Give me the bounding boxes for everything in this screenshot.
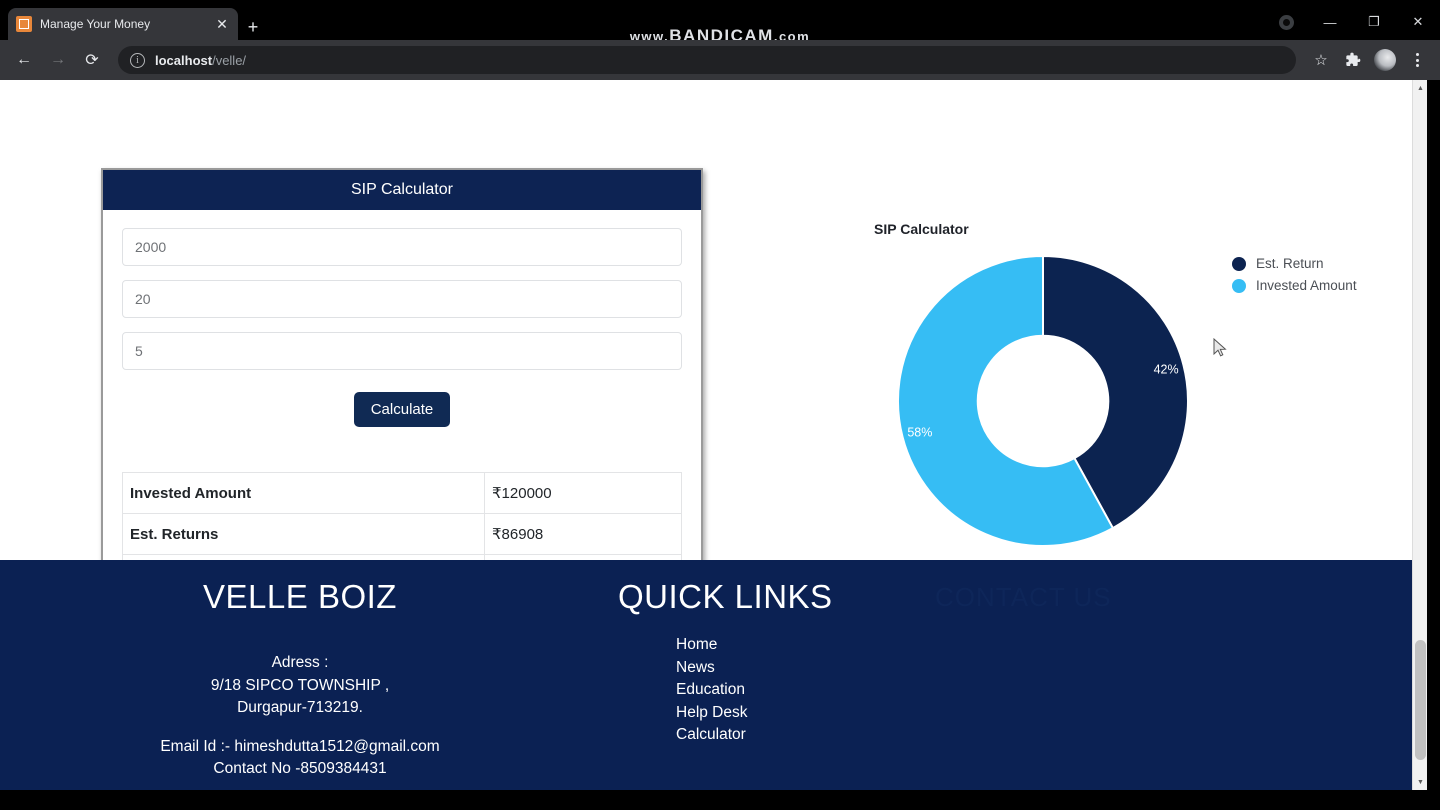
- profile-avatar[interactable]: [1370, 45, 1400, 75]
- footer-third-column: CONTACT US: [935, 582, 1175, 613]
- forward-icon[interactable]: →: [42, 44, 74, 76]
- window-close-button[interactable]: ✕: [1396, 8, 1440, 36]
- browser-tab[interactable]: Manage Your Money ✕: [8, 8, 238, 40]
- quick-link-education[interactable]: Education: [676, 679, 918, 702]
- browser-window: Manage Your Money ✕ + www.BANDICAM.com —…: [0, 0, 1440, 810]
- footer-about-column: VELLE BOIZ Adress : 9/18 SIPCO TOWNSHIP …: [60, 578, 540, 781]
- table-row: Invested Amount ₹120000: [122, 472, 682, 514]
- result-label: Est. Returns: [122, 513, 485, 555]
- bookmark-star-icon[interactable]: ☆: [1306, 45, 1336, 75]
- maximize-button[interactable]: ❐: [1352, 8, 1396, 36]
- browser-toolbar: ← → ⟳ i localhost/velle/ ☆: [0, 40, 1440, 80]
- tab-strip: Manage Your Money ✕ +: [0, 8, 1270, 40]
- result-label: Invested Amount: [122, 472, 485, 514]
- calculate-button[interactable]: Calculate: [353, 392, 451, 427]
- sip-calculator-card: SIP Calculator Calculate Invested Amount…: [101, 168, 703, 602]
- scroll-down-icon[interactable]: ▼: [1413, 774, 1427, 790]
- result-value: ₹86908: [484, 513, 682, 555]
- footer-quick-links-column: QUICK LINKS Home News Education Help Des…: [618, 578, 918, 747]
- quick-link-home[interactable]: Home: [676, 634, 918, 657]
- page-viewport: SIP Calculator Calculate Invested Amount…: [0, 80, 1427, 790]
- footer-brand: VELLE BOIZ: [203, 578, 397, 615]
- new-tab-button[interactable]: +: [240, 14, 266, 40]
- address-heading: Adress :: [271, 654, 329, 671]
- legend-item[interactable]: Invested Amount: [1232, 278, 1357, 293]
- time-period-input[interactable]: [122, 280, 682, 318]
- slice-percent-label: 42%: [1154, 362, 1179, 376]
- url-path: /velle/: [212, 52, 247, 68]
- address-bar[interactable]: i localhost/velle/: [118, 46, 1296, 74]
- mouse-cursor: [1213, 337, 1227, 358]
- browser-menu-icon[interactable]: [1402, 45, 1432, 75]
- legend-swatch: [1232, 278, 1246, 293]
- page-scrollbar[interactable]: ▲ ▼: [1412, 80, 1427, 790]
- donut-canvas[interactable]: 42% 58%: [897, 254, 1189, 547]
- quick-link-calculator[interactable]: Calculator: [676, 724, 918, 747]
- quick-links-heading: QUICK LINKS: [618, 578, 833, 615]
- url-text: localhost/velle/: [155, 53, 246, 68]
- footer-address: Adress : 9/18 SIPCO TOWNSHIP , Durgapur-…: [60, 652, 540, 720]
- calculator-header: SIP Calculator: [103, 170, 701, 210]
- site-info-icon[interactable]: i: [130, 52, 145, 68]
- calculator-form: Calculate: [103, 210, 701, 427]
- quick-link-news[interactable]: News: [676, 657, 918, 680]
- screen-edge-bottom: [0, 790, 1440, 810]
- chart-title: SIP Calculator: [874, 221, 969, 237]
- expected-return-rate-input[interactable]: [122, 332, 682, 370]
- slice-percent-label: 58%: [907, 426, 932, 440]
- result-value: ₹120000: [484, 472, 682, 514]
- address-line-1: 9/18 SIPCO TOWNSHIP ,: [210, 676, 390, 694]
- window-controls: — ❐ ✕: [1264, 8, 1440, 36]
- close-icon[interactable]: ✕: [214, 16, 230, 32]
- url-host: localhost: [155, 52, 213, 68]
- back-icon[interactable]: ←: [8, 44, 40, 76]
- legend-label: Invested Amount: [1256, 278, 1357, 293]
- footer-phone: Contact No -8509384431: [213, 760, 387, 777]
- footer-third-heading: CONTACT US: [935, 582, 1112, 612]
- sip-donut-chart: SIP Calculator 42% 58% Est. Return Invest…: [760, 168, 1400, 598]
- app-favicon-icon: [16, 16, 32, 32]
- scroll-up-icon[interactable]: ▲: [1413, 80, 1427, 96]
- chart-legend: Est. Return Invested Amount: [1232, 256, 1357, 300]
- site-footer: VELLE BOIZ Adress : 9/18 SIPCO TOWNSHIP …: [0, 560, 1412, 790]
- legend-item[interactable]: Est. Return: [1232, 256, 1357, 271]
- scrollbar-thumb[interactable]: [1415, 640, 1426, 760]
- monthly-investment-input[interactable]: [122, 228, 682, 266]
- record-indicator-icon[interactable]: [1264, 8, 1308, 36]
- table-row: Est. Returns ₹86908: [122, 513, 682, 555]
- tab-title: Manage Your Money: [40, 17, 151, 31]
- extensions-puzzle-icon[interactable]: [1338, 45, 1368, 75]
- reload-icon[interactable]: ⟳: [76, 44, 108, 76]
- footer-contact: Email Id :- himeshdutta1512@gmail.com Co…: [60, 736, 540, 781]
- browser-title-bar: Manage Your Money ✕ + www.BANDICAM.com —…: [0, 0, 1440, 45]
- legend-swatch: [1232, 256, 1246, 271]
- address-line-2: Durgapur-713219.: [237, 699, 363, 716]
- quick-link-help-desk[interactable]: Help Desk: [676, 702, 918, 725]
- footer-email: Email Id :- himeshdutta1512@gmail.com: [160, 737, 440, 755]
- minimize-button[interactable]: —: [1308, 8, 1352, 36]
- quick-links-list: Home News Education Help Desk Calculator: [618, 634, 918, 747]
- legend-label: Est. Return: [1256, 256, 1324, 271]
- screen-edge-right: [1427, 80, 1440, 810]
